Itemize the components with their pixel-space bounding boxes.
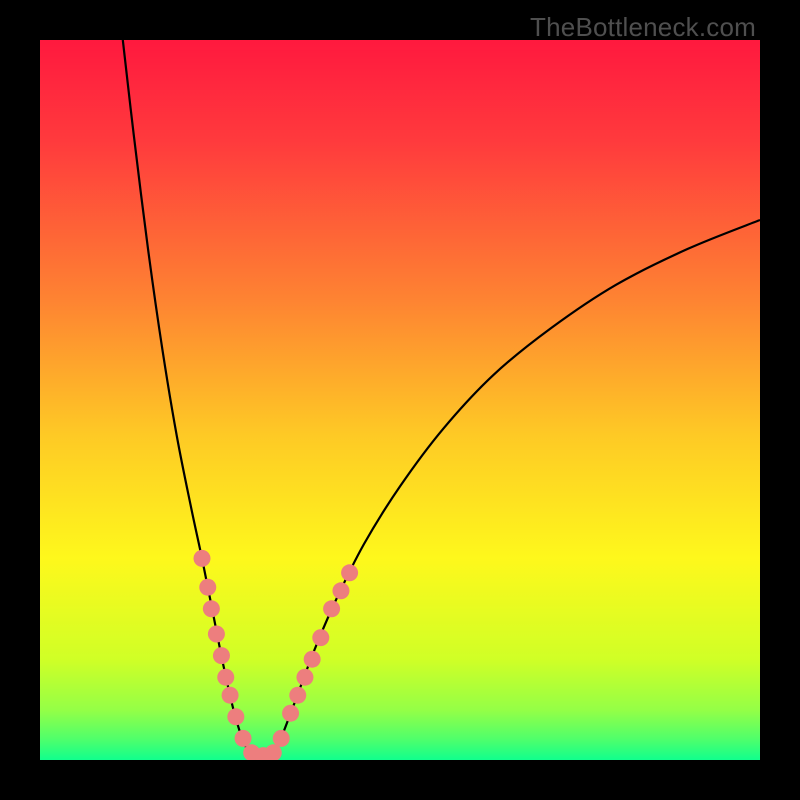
data-dot (208, 626, 225, 643)
data-dot (213, 647, 230, 664)
data-dot (194, 550, 211, 567)
data-dot (282, 705, 299, 722)
data-dot (296, 669, 313, 686)
left-dot-cluster (194, 550, 252, 747)
data-dot (222, 687, 239, 704)
bottleneck-curve-svg (40, 40, 760, 760)
plot-area (40, 40, 760, 760)
watermark-text: TheBottleneck.com (530, 12, 756, 43)
chart-stage: TheBottleneck.com (0, 0, 800, 800)
data-dot (199, 579, 216, 596)
data-dot (227, 708, 244, 725)
data-dot (323, 600, 340, 617)
data-dot (235, 730, 252, 747)
data-dot (289, 687, 306, 704)
data-dot (304, 651, 321, 668)
data-dot (312, 629, 329, 646)
data-dot (217, 669, 234, 686)
right-dot-cluster (273, 564, 358, 747)
data-dot (341, 564, 358, 581)
bottom-dot-cluster (243, 744, 282, 760)
data-dot (273, 730, 290, 747)
data-dot (203, 600, 220, 617)
data-dot (332, 582, 349, 599)
